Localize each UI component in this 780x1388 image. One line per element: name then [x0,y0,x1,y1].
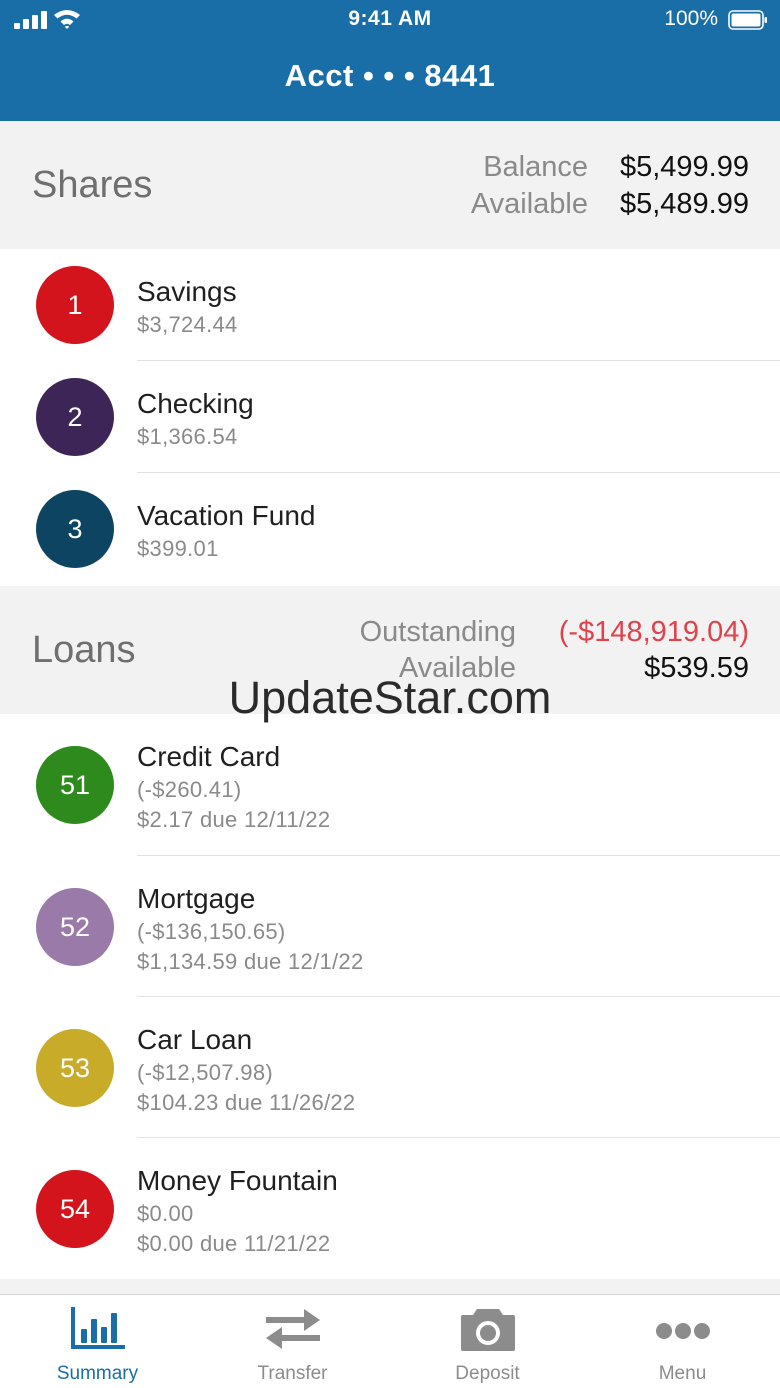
account-amount: $3,724.44 [137,312,238,337]
account-amount: $1,366.54 [137,424,238,449]
account-amount: $0.00 [137,1201,194,1226]
status-time: 9:41 AM [348,7,432,30]
share-item-vacation-fund[interactable]: 3 Vacation Fund $399.01 [0,473,780,586]
tab-label: Menu [658,1363,707,1384]
tab-transfer[interactable]: Transfer [195,1295,390,1388]
loan-item-money-fountain[interactable]: 54 Money Fountain $0.00 $0.00 due 11/21/… [0,1138,780,1279]
app-header: 9:41 AM 100% Acct • • • 8441 [0,0,780,121]
bar-chart-icon [71,1307,125,1349]
account-badge: 3 [36,490,114,568]
payment-due: $0.00 due 11/21/22 [137,1231,331,1256]
loan-item-credit-card[interactable]: 51 Credit Card (-$260.41) $2.17 due 12/1… [0,714,780,856]
tab-deposit[interactable]: Deposit [390,1295,585,1388]
section-title-shares: Shares [32,164,153,206]
tab-menu[interactable]: Menu [585,1295,780,1388]
account-badge: 51 [36,746,114,824]
account-amount: (-$136,150.65) [137,919,286,944]
balance-label: Balance [483,151,588,183]
account-amount: (-$12,507.98) [137,1060,273,1085]
account-badge: 54 [36,1170,114,1248]
account-amount: $399.01 [137,536,219,561]
account-badge: 1 [36,266,114,344]
tab-label: Transfer [257,1363,328,1384]
outstanding-value: (-$148,919.04) [558,616,749,648]
section-title-loans: Loans [32,629,136,671]
account-name: Checking [137,388,254,419]
transfer-arrows-icon [266,1309,320,1349]
outstanding-label: Outstanding [359,616,516,648]
list-footer-spacer [0,1279,780,1294]
account-name: Credit Card [137,741,281,772]
loan-item-car-loan[interactable]: 53 Car Loan (-$12,507.98) $104.23 due 11… [0,997,780,1138]
tab-label: Deposit [455,1363,520,1384]
camera-icon [461,1309,515,1351]
share-item-checking[interactable]: 2 Checking $1,366.54 [0,361,780,473]
available-label: Available [470,188,588,220]
account-name: Car Loan [137,1024,253,1055]
watermark-text: UpdateStar.com [228,672,552,723]
account-name: Vacation Fund [137,500,316,531]
tab-bar: Summary Transfer Deposit Menu [0,1294,780,1388]
available-value: $5,489.99 [619,188,749,220]
loan-item-mortgage[interactable]: 52 Mortgage (-$136,150.65) $1,134.59 due… [0,856,780,997]
account-name: Mortgage [137,883,256,914]
payment-due: $2.17 due 12/11/22 [137,807,331,832]
account-amount: (-$260.41) [137,777,242,802]
account-badge: 53 [36,1029,114,1107]
account-name: Money Fountain [137,1165,338,1196]
account-badge: 52 [36,888,114,966]
status-bar: 9:41 AM 100% [0,0,780,40]
tab-label: Summary [56,1363,139,1384]
page-title: Acct • • • 8441 [284,58,496,93]
battery-percentage: 100% [664,7,718,30]
account-badge: 2 [36,378,114,456]
share-item-savings[interactable]: 1 Savings $3,724.44 [0,249,780,361]
balance-value: $5,499.99 [619,151,749,183]
more-dots-icon [656,1323,710,1339]
payment-due: $1,134.59 due 12/1/22 [137,949,364,974]
payment-due: $104.23 due 11/26/22 [137,1090,356,1115]
shares-summary: Shares Balance $5,499.99 Available $5,48… [0,121,780,249]
account-name: Savings [137,276,237,307]
battery-icon [728,10,767,30]
tab-summary[interactable]: Summary [0,1295,195,1388]
